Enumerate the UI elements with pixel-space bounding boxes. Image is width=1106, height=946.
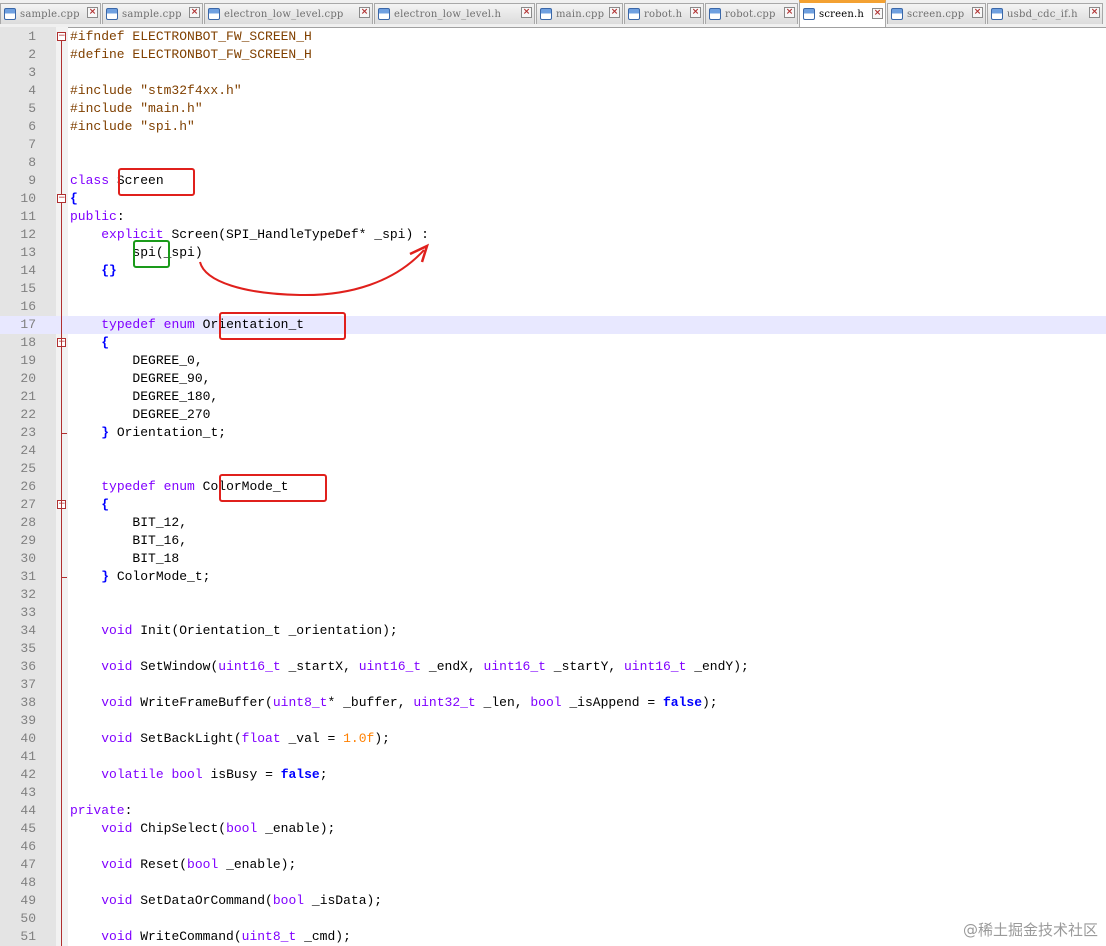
arrow-curve bbox=[199, 249, 425, 297]
watermark: @稀土掘金技术社区 bbox=[962, 921, 1098, 939]
annotation-arrow bbox=[199, 243, 430, 297]
arrow-head bbox=[409, 243, 430, 263]
